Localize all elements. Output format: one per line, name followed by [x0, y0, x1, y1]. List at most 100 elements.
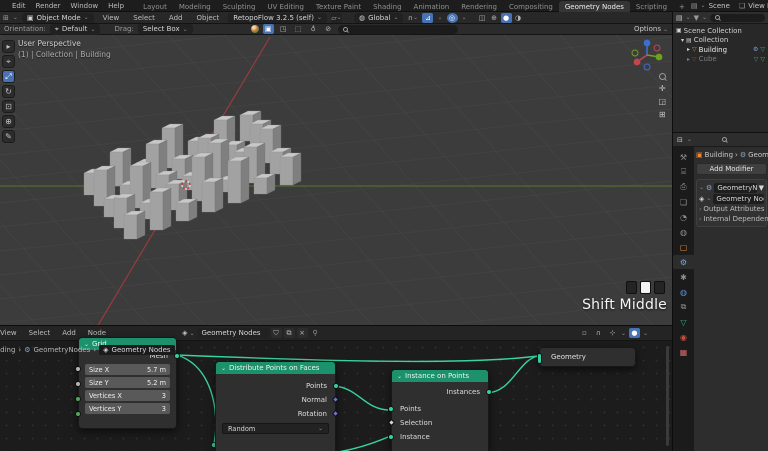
- instance-on-points-node[interactable]: ⌄ Instance on Points Instances Points Sel…: [387, 369, 492, 451]
- outliner-search-field[interactable]: [710, 13, 765, 22]
- outliner-row-collection[interactable]: ▾ ▤ Collection: [673, 36, 768, 46]
- collection-expand-icon[interactable]: ▾: [681, 37, 684, 44]
- object-data-tab-icon[interactable]: ▽: [673, 315, 694, 329]
- tab-animation[interactable]: Animation: [408, 1, 456, 12]
- overlay-toggle-icon[interactable]: ▣: [262, 24, 274, 34]
- rotate-tool-button[interactable]: ↻: [2, 85, 15, 98]
- gizmos-icon[interactable]: ♁: [308, 24, 319, 34]
- outliner-row-building[interactable]: ▸ ▽ Building ⚙ ▽: [673, 45, 768, 55]
- vertices-x-input-socket[interactable]: [75, 396, 81, 402]
- options-dropdown[interactable]: Options ⌄: [634, 25, 668, 33]
- node-group-row[interactable]: ◈⌄ Geometry Nodes: [699, 193, 764, 204]
- tab-scripting[interactable]: Scripting: [630, 1, 673, 12]
- cube-data-icon[interactable]: ▽: [754, 56, 759, 63]
- menu-help[interactable]: Help: [103, 2, 129, 10]
- material-tab-icon[interactable]: ◉: [673, 330, 694, 344]
- outliner-filter-icon[interactable]: ▼: [694, 14, 699, 22]
- tool-tab-icon[interactable]: ⚒: [673, 150, 694, 164]
- internal-dependencies-section[interactable]: ›Internal Dependencies: [699, 214, 768, 224]
- tab-texture-paint[interactable]: Texture Paint: [310, 1, 367, 12]
- tab-modeling[interactable]: Modeling: [173, 1, 217, 12]
- outliner-row-cube[interactable]: ▸ ▽ Cube ▽ ▽: [673, 55, 768, 65]
- menu-edit[interactable]: Edit: [7, 2, 31, 10]
- select-tool-button[interactable]: ▸: [2, 40, 15, 53]
- building-expand-icon[interactable]: ▸: [687, 46, 690, 53]
- output-attributes-section[interactable]: › Output Attributes: [699, 204, 765, 214]
- menu-view[interactable]: View: [98, 14, 125, 22]
- node-editor-scrollbar[interactable]: [666, 346, 669, 446]
- instances-output-socket[interactable]: [486, 389, 492, 395]
- retopoflow-dropdown[interactable]: RetopoFlow 3.2.5 (self) ⌄: [228, 12, 327, 23]
- constraints-tab-icon[interactable]: ⧉: [673, 300, 694, 314]
- tab-sculpting[interactable]: Sculpting: [217, 1, 262, 12]
- viewport-search-field[interactable]: [337, 24, 458, 34]
- cube-nodes-icon[interactable]: ▽: [760, 56, 768, 63]
- scene-name[interactable]: Scene: [709, 2, 730, 10]
- overlays-icon[interactable]: ⬚: [293, 24, 304, 34]
- tab-geometry-nodes[interactable]: Geometry Nodes: [558, 0, 630, 12]
- group-output-node[interactable]: Geometry: [537, 347, 636, 367]
- scene-tab-icon[interactable]: ◔: [673, 210, 694, 224]
- ortho-toggle-icon[interactable]: ⊞: [659, 110, 666, 119]
- pan-hand-icon[interactable]: ✛: [659, 84, 666, 93]
- mode-dropdown[interactable]: ▣ Object Mode ⌄: [21, 12, 94, 23]
- menu-select[interactable]: Select: [128, 14, 160, 22]
- snap-icon[interactable]: ∩ ⌄: [407, 13, 418, 23]
- world-tab-icon[interactable]: ◍: [673, 225, 694, 239]
- breadcrumb-node-group[interactable]: GeometryNodes: [34, 346, 91, 354]
- grid-size-x-field[interactable]: Size X 5.7 m: [85, 364, 170, 375]
- wireframe-shading-icon[interactable]: ◫: [477, 13, 488, 23]
- outliner-row-scene-collection[interactable]: ▣ Scene Collection: [673, 26, 768, 36]
- outliner-display-mode-icon[interactable]: ▤: [676, 14, 683, 22]
- distribute-method-dropdown[interactable]: Random ⌄: [222, 423, 329, 434]
- cube-expand-icon[interactable]: ▸: [687, 56, 690, 63]
- grid-size-y-field[interactable]: Size Y 5.2 m: [85, 377, 170, 388]
- geometry-input-socket[interactable]: [537, 353, 542, 364]
- visibility-icon[interactable]: ⊘: [323, 24, 334, 34]
- distribute-points-node[interactable]: ⌄ Distribute Points on Faces Points Norma…: [215, 361, 340, 451]
- prop-modifier-name[interactable]: Geometr: [748, 151, 768, 159]
- addon-extra-dropdown[interactable]: ▱ ⌄: [331, 12, 342, 23]
- vertices-y-input-socket[interactable]: [75, 411, 81, 417]
- tab-uv-editing[interactable]: UV Editing: [261, 1, 310, 12]
- building-nodes-icon[interactable]: ▽: [760, 46, 768, 53]
- breadcrumb-object[interactable]: Building: [0, 346, 15, 354]
- geometry-node-editor[interactable]: View Select Add Node ◈ ⌄ Geometry Nodes ⛉…: [0, 325, 672, 451]
- rendered-shading-icon[interactable]: ◑: [513, 13, 524, 23]
- menu-add[interactable]: Add: [164, 14, 188, 22]
- annotate-tool-button[interactable]: ✎: [2, 130, 15, 143]
- move-tool-button[interactable]: ⤢: [2, 70, 15, 83]
- navigation-gizmo[interactable]: [630, 38, 664, 72]
- instance-node-header[interactable]: ⌄ Instance on Points: [392, 370, 488, 382]
- zoom-icon[interactable]: [658, 73, 666, 80]
- xray-icon[interactable]: ◳: [278, 24, 289, 34]
- output-tab-icon[interactable]: ⎙: [673, 180, 694, 194]
- tab-layout[interactable]: Layout: [137, 1, 173, 12]
- menu-window[interactable]: Window: [65, 2, 103, 10]
- drag-dropdown[interactable]: Select Box ⌄: [137, 24, 193, 34]
- transform-orientation-dropdown[interactable]: ◍ Global ⌄: [354, 12, 404, 23]
- grid-vertices-x-field[interactable]: Vertices X3: [85, 390, 170, 401]
- viewport-3d[interactable]: User Perspective (1) | Collection | Buil…: [0, 35, 672, 325]
- modifier-display-filter-icon[interactable]: ▼: [759, 184, 764, 192]
- editor-type-icon[interactable]: ⊞: [3, 14, 9, 22]
- menu-object[interactable]: Object: [191, 14, 224, 22]
- tab-shading[interactable]: Shading: [367, 1, 407, 12]
- cursor-tool-button[interactable]: ⌖: [2, 55, 15, 68]
- orientation-dropdown[interactable]: ⌖ Default ⌄: [49, 23, 101, 35]
- transform-tool-button[interactable]: ⊕: [2, 115, 15, 128]
- scale-tool-button[interactable]: ⊡: [2, 100, 15, 113]
- grid-vertices-y-field[interactable]: Vertices Y3: [85, 403, 170, 414]
- tab-rendering[interactable]: Rendering: [455, 1, 503, 12]
- modifiers-tab-icon[interactable]: ⚙: [673, 255, 694, 269]
- prop-object-name[interactable]: Building: [705, 151, 733, 159]
- solid-shading-icon[interactable]: ⊕: [489, 13, 500, 23]
- camera-view-icon[interactable]: ◲: [658, 97, 666, 106]
- object-tab-icon[interactable]: ▢: [673, 240, 694, 254]
- proportional-editing-icon[interactable]: ◎: [446, 12, 458, 23]
- add-workspace-button[interactable]: +: [673, 1, 691, 12]
- texture-tab-icon[interactable]: ▦: [673, 345, 694, 359]
- points-input-socket[interactable]: [388, 406, 394, 412]
- properties-editor-icon[interactable]: ⊟: [677, 136, 683, 144]
- modifier-panel-header[interactable]: ⌄ ⚙ GeometryNod... ▼: [699, 182, 764, 193]
